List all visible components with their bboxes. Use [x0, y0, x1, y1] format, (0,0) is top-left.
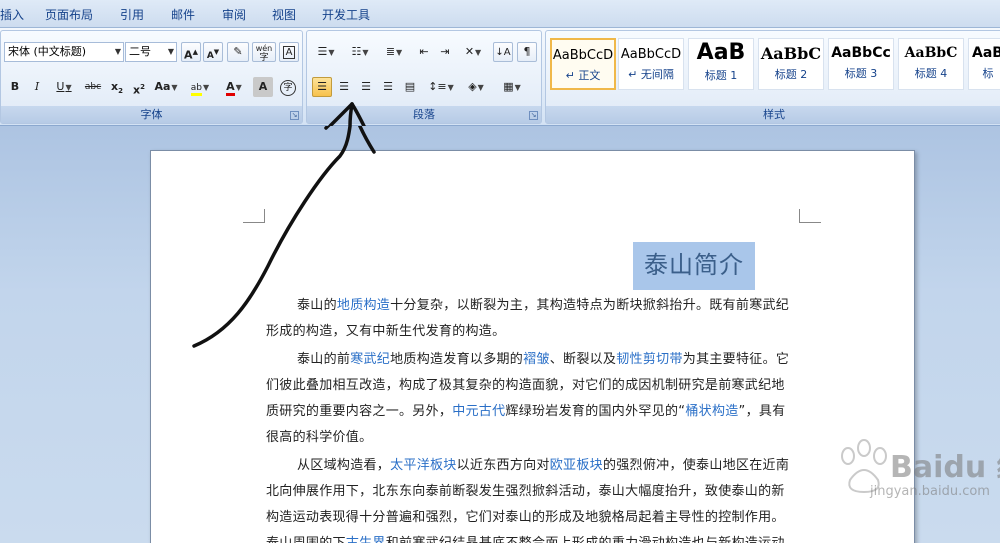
tab-view[interactable]: 视图 [272, 6, 296, 23]
style-sample: AaBbCcD [620, 47, 682, 62]
character-border-button[interactable]: A [279, 42, 299, 62]
justify-button[interactable]: ☰ [378, 77, 398, 97]
align-right-button[interactable]: ☰ [356, 77, 376, 97]
align-left-icon: ☰ [317, 80, 327, 93]
style-name: ↵ 无间隔 [628, 68, 674, 81]
align-center-icon: ☰ [339, 80, 349, 93]
font-name-value: 宋体 (中文标题) [8, 45, 87, 58]
document-workspace: 泰山简介 泰山的地质构造十分复杂，以断裂为主，其构造特点为断块掀斜抬升。既有前寒… [0, 126, 1000, 543]
style-sample: AaB [696, 40, 746, 65]
style-heading-1[interactable]: AaB 标题 1 [688, 38, 754, 90]
style-name: 标题 1 [704, 69, 738, 82]
change-case-button[interactable]: Aa▼ [151, 77, 181, 97]
paragraph-group-label: 段落 [307, 106, 541, 123]
chevron-down-icon: ▼ [114, 47, 121, 56]
paragraph-group: ☰▼ ☷▼ ≣▼ ⇤ ⇥ ✕▼ ↓A ¶ ☰ ☰ ☰ ☰ ▤ ↕≡▼ ◈▼ ▦▼… [306, 30, 542, 124]
underline-button[interactable]: U▼ [49, 77, 79, 97]
superscript-button[interactable]: x2 [129, 77, 149, 97]
grow-font-button[interactable]: A▲ [181, 42, 201, 62]
enclose-characters-button[interactable]: 字 [277, 77, 299, 97]
show-marks-button[interactable]: ¶ [517, 42, 537, 62]
italic-button[interactable]: I [27, 77, 47, 97]
shrink-font-button[interactable]: A▼ [203, 42, 223, 62]
font-name-combo[interactable]: 宋体 (中文标题) ▼ [4, 42, 124, 62]
tab-page-layout[interactable]: 页面布局 [45, 6, 93, 23]
style-sample: AaBbCcD [552, 48, 614, 63]
pilcrow-icon: ¶ [523, 45, 531, 58]
dialog-launcher-icon[interactable]: ↘ [290, 111, 299, 120]
eraser-icon: ✎ [233, 45, 243, 58]
sort-button[interactable]: ↓A [493, 42, 513, 62]
styles-group-label: 样式 [546, 106, 1000, 123]
tab-mailings[interactable]: 邮件 [171, 6, 195, 23]
style-no-spacing[interactable]: AaBbCcD ↵ 无间隔 [618, 38, 684, 90]
style-sample: AaB [972, 45, 1000, 61]
style-name: ↵ 正文 [565, 69, 601, 82]
dialog-launcher-icon[interactable]: ↘ [529, 111, 538, 120]
style-name: 标题 4 [914, 67, 948, 80]
tab-developer[interactable]: 开发工具 [322, 6, 370, 23]
ribbon: 宋体 (中文标题) ▼ 二号 ▼ A▲ A▼ ✎ wén 字 A B I U▼ a… [0, 28, 1000, 126]
style-sample: AaBbCc [831, 45, 891, 61]
justify-icon: ☰ [383, 80, 393, 93]
font-group: 宋体 (中文标题) ▼ 二号 ▼ A▲ A▼ ✎ wén 字 A B I U▼ a… [0, 30, 303, 124]
increase-indent-button[interactable]: ⇥ [435, 42, 455, 62]
strikethrough-button[interactable]: abc [83, 77, 103, 97]
borders-button[interactable]: ▦▼ [496, 77, 528, 97]
align-left-button[interactable]: ☰ [312, 77, 332, 97]
style-name: 标题 3 [844, 67, 878, 80]
numbering-button[interactable]: ☷▼ [344, 42, 376, 62]
line-spacing-button[interactable]: ↕≡▼ [426, 77, 456, 97]
align-center-button[interactable]: ☰ [334, 77, 354, 97]
font-size-combo[interactable]: 二号 ▼ [125, 42, 177, 62]
chevron-down-icon: ▼ [167, 47, 174, 56]
chinese-layout-button[interactable]: ✕▼ [457, 42, 489, 62]
font-size-value: 二号 [129, 45, 151, 58]
bold-button[interactable]: B [5, 77, 25, 97]
clear-formatting-button[interactable]: ✎ [227, 42, 249, 62]
bullet-list-icon: ☰ [317, 45, 328, 58]
paint-bucket-icon: ◈ [468, 80, 477, 93]
shading-button[interactable]: ◈▼ [460, 77, 492, 97]
style-name: 标 [982, 67, 994, 80]
align-right-icon: ☰ [361, 80, 371, 93]
style-heading-more[interactable]: AaB 标 [968, 38, 1000, 90]
font-group-label: 字体 [1, 106, 302, 123]
bullets-button[interactable]: ☰▼ [310, 42, 342, 62]
styles-group: AaBbCcD ↵ 正文 AaBbCcD ↵ 无间隔 AaB 标题 1 AaBb… [545, 30, 1000, 124]
tab-review[interactable]: 审阅 [222, 6, 246, 23]
distributed-button[interactable]: ▤ [400, 77, 420, 97]
multilevel-list-icon: ≣ [385, 45, 396, 58]
character-shading-button[interactable]: A [253, 77, 273, 97]
font-color-button[interactable]: A▼ [219, 77, 249, 97]
sort-icon: ↓A [495, 47, 511, 58]
annotation-arrow [192, 126, 376, 348]
phonetic-guide-button[interactable]: wén 字 [252, 42, 276, 63]
border-icon: ▦ [503, 80, 514, 93]
style-normal[interactable]: AaBbCcD ↵ 正文 [550, 38, 616, 90]
style-sample: AaBbC [904, 45, 958, 61]
distributed-icon: ▤ [404, 80, 416, 93]
style-sample: AaBbC [760, 44, 822, 63]
decrease-indent-icon: ⇤ [419, 45, 429, 58]
tab-references[interactable]: 引用 [120, 6, 144, 23]
text-highlight-button[interactable]: ab▼ [185, 77, 215, 97]
multilevel-list-button[interactable]: ≣▼ [378, 42, 410, 62]
chinese-layout-icon: ✕ [464, 45, 475, 58]
numbered-list-icon: ☷ [351, 45, 362, 58]
decrease-indent-button[interactable]: ⇤ [414, 42, 434, 62]
style-name: 标题 2 [774, 68, 808, 81]
ribbon-tab-bar: 插入 页面布局 引用 邮件 审阅 视图 开发工具 [0, 0, 1000, 28]
style-heading-3[interactable]: AaBbCc 标题 3 [828, 38, 894, 90]
style-heading-4[interactable]: AaBbC 标题 4 [898, 38, 964, 90]
style-heading-2[interactable]: AaBbC 标题 2 [758, 38, 824, 90]
line-spacing-icon: ↕≡ [428, 80, 447, 93]
increase-indent-icon: ⇥ [440, 45, 450, 58]
tab-insert[interactable]: 插入 [0, 6, 24, 23]
subscript-button[interactable]: x2 [107, 77, 127, 97]
